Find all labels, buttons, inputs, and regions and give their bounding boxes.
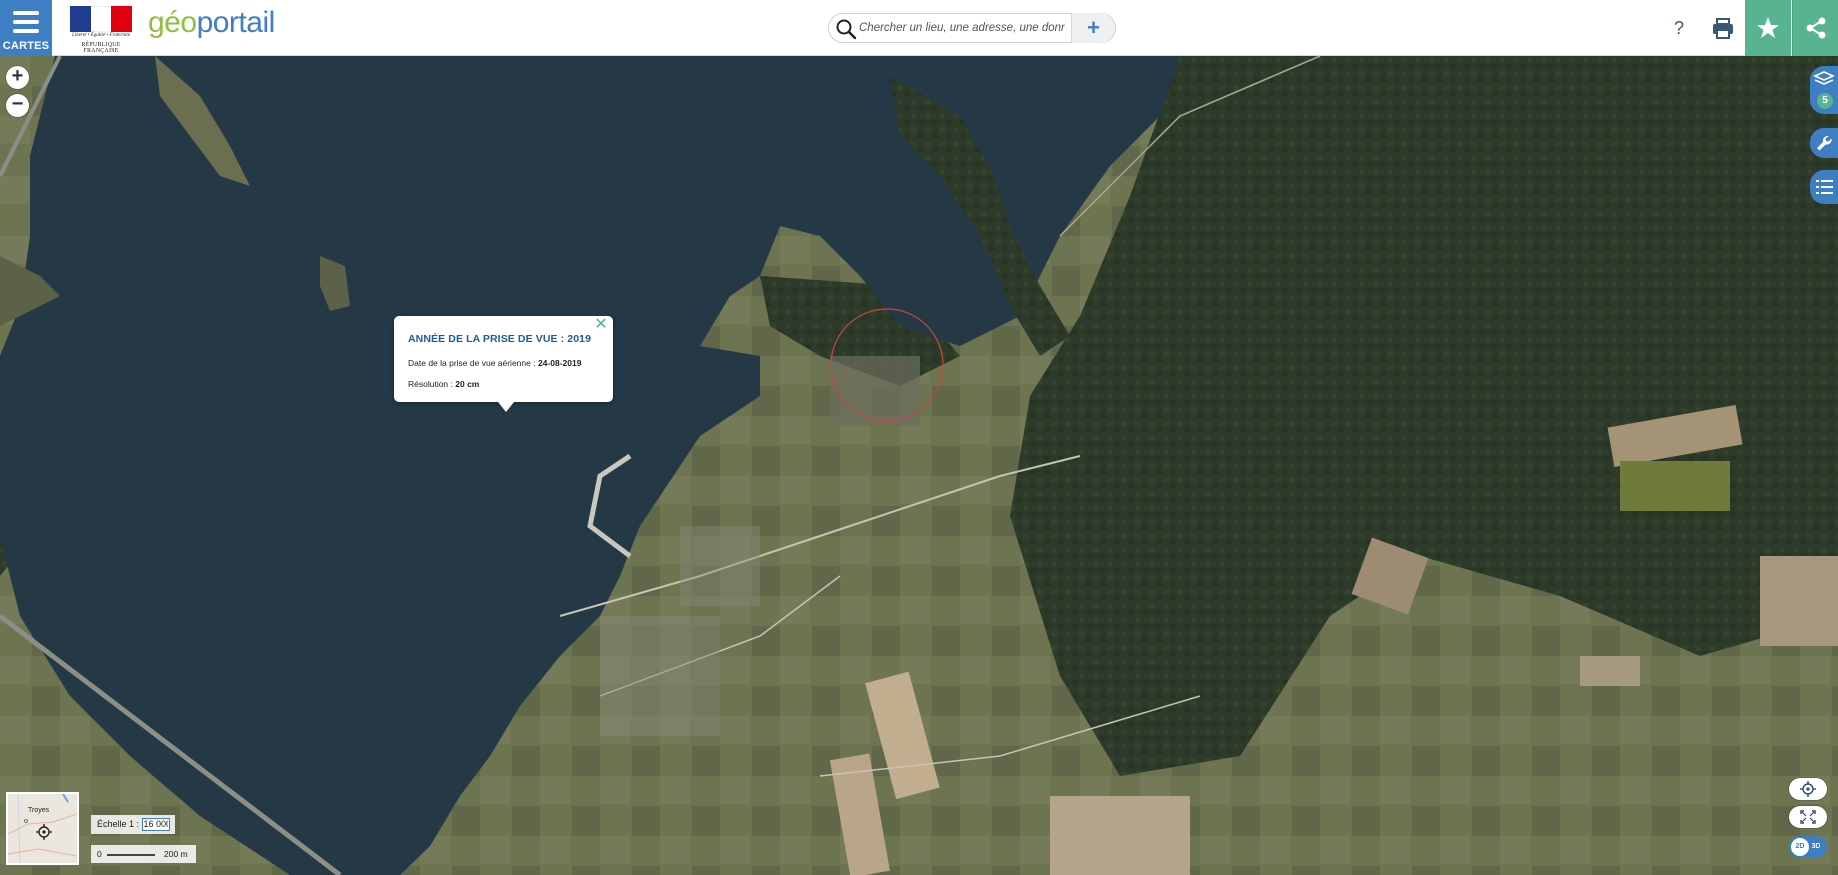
brand-prefix: géo bbox=[148, 6, 197, 39]
photo-info-popup: ✕ ANNÉE DE LA PRISE DE VUE : 2019 Date d… bbox=[394, 316, 613, 412]
popup-date-row: Date de la prise de vue aérienne : 24-08… bbox=[408, 358, 581, 368]
fullscreen-button[interactable] bbox=[1789, 806, 1827, 828]
scale-bar-line bbox=[107, 854, 155, 856]
advanced-search-plus-button[interactable]: + bbox=[1071, 13, 1115, 43]
share-button[interactable] bbox=[1792, 0, 1838, 56]
favorites-button[interactable] bbox=[1745, 0, 1791, 56]
scale-bar: 0 200 m bbox=[91, 845, 196, 863]
overview-city-label: Troyes bbox=[28, 807, 50, 814]
search-icon[interactable] bbox=[835, 18, 857, 40]
help-button[interactable]: ? bbox=[1662, 14, 1696, 42]
maps-menu-button[interactable]: CARTES bbox=[0, 0, 52, 56]
top-header: CARTES Liberté • Égalité • Fraternité RÉ… bbox=[0, 0, 1838, 56]
popup-title: ANNÉE DE LA PRISE DE VUE : 2019 bbox=[408, 333, 592, 345]
republique-francaise-logo: Liberté • Égalité • Fraternité RÉPUBLIQU… bbox=[66, 6, 136, 54]
scale-selector: Échelle 1 : bbox=[91, 815, 175, 834]
overview-map-image bbox=[8, 794, 77, 863]
aerial-map[interactable] bbox=[0, 56, 1838, 875]
french-flag-icon bbox=[70, 6, 133, 32]
popup-date-value: 24-08-2019 bbox=[537, 358, 582, 368]
layers-count-badge: 5 bbox=[1817, 93, 1833, 109]
search-bar: + bbox=[828, 13, 1116, 43]
tools-tab[interactable] bbox=[1810, 128, 1838, 158]
list-icon bbox=[1816, 180, 1833, 194]
close-icon[interactable]: ✕ bbox=[593, 317, 609, 333]
layers-manager-tab[interactable]: 5 bbox=[1810, 66, 1838, 114]
legend-list-tab[interactable] bbox=[1810, 170, 1838, 204]
2d-3d-toggle[interactable]: 2D 3D bbox=[1789, 836, 1827, 858]
crosshair-icon bbox=[1800, 781, 1816, 797]
geoportail-brand[interactable]: géoportail bbox=[148, 6, 275, 46]
logo-motto: Liberté • Égalité • Fraternité bbox=[72, 33, 130, 38]
popup-date-label: Date de la prise de vue aérienne : bbox=[408, 358, 538, 368]
popup-resolution-label: Résolution : bbox=[408, 379, 456, 389]
popup-resolution-value: 20 cm bbox=[455, 379, 480, 389]
scale-bar-distance: 200 m bbox=[164, 849, 188, 859]
geolocate-button[interactable] bbox=[1789, 778, 1827, 800]
popup-resolution-row: Résolution : 20 cm bbox=[408, 379, 479, 389]
print-icon[interactable] bbox=[1708, 13, 1738, 43]
scale-input[interactable] bbox=[141, 817, 170, 831]
hamburger-icon bbox=[13, 11, 39, 38]
scale-label: Échelle 1 : bbox=[97, 819, 142, 829]
maps-menu-label: CARTES bbox=[2, 40, 50, 52]
mode-3d[interactable]: 3D bbox=[1807, 838, 1825, 856]
zoom-out-button[interactable]: − bbox=[6, 94, 29, 117]
scale-bar-zero: 0 bbox=[97, 849, 102, 859]
layers-icon bbox=[1813, 71, 1835, 85]
zoom-in-button[interactable]: + bbox=[6, 66, 29, 89]
fullscreen-icon bbox=[1800, 810, 1816, 824]
wrench-icon bbox=[1817, 135, 1832, 151]
logo-country: RÉPUBLIQUE FRANÇAISE bbox=[81, 42, 121, 54]
overview-minimap[interactable]: Troyes bbox=[6, 792, 79, 865]
aerial-imagery bbox=[0, 56, 1838, 875]
star-icon bbox=[1757, 17, 1779, 38]
brand-suffix: portail bbox=[196, 6, 276, 39]
share-icon bbox=[1806, 17, 1826, 39]
search-input[interactable] bbox=[859, 18, 1065, 38]
